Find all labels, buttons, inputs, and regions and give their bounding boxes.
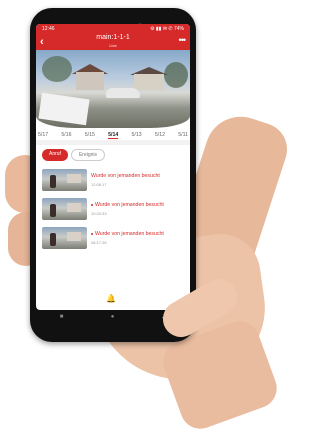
recent-apps-icon[interactable]: ■ [60,314,64,320]
event-thumbnail [42,169,87,191]
unread-dot-icon [91,232,93,235]
event-title-text: Wurde von jemanden besucht [95,202,164,208]
event-time: 10:20:33 [91,211,107,216]
date-item-active[interactable]: 5/14 [108,132,119,139]
live-video-view[interactable] [36,50,190,128]
title-group: main:1-1-1 Live [96,34,129,50]
status-bar: 12:46 ⚙ ▮▮ ✉ ✆ 74% [36,24,190,34]
list-item[interactable]: Wurde von jemanden besucht 10:20:33 [42,198,184,220]
status-time: 12:46 [42,26,55,32]
video-house2 [134,74,164,90]
tab-call[interactable]: Anruf [42,149,68,161]
event-thumbnail [42,227,87,249]
filter-tabs: Anruf Ereignis [36,145,190,165]
back-arrow-icon[interactable]: ‹ [40,36,44,48]
event-title-text: Wurde von jemanden besucht [95,231,164,237]
page-title: main:1-1-1 [96,34,130,41]
event-list: Wurde von jemanden besucht 12:06:17 Wurd… [36,165,190,260]
app-screen: 12:46 ⚙ ▮▮ ✉ ✆ 74% ‹ main:1-1-1 Live •••… [36,24,190,310]
video-foreground-box [38,92,90,126]
event-title: Wurde von jemanden besucht [91,202,164,208]
list-item[interactable]: Wurde von jemanden besucht 08:17:26 [42,227,184,249]
list-item[interactable]: Wurde von jemanden besucht 12:06:17 [42,169,184,191]
video-house [76,72,104,90]
event-time: 08:17:26 [91,240,107,245]
date-selector: 5/17 5/16 5/15 5/14 5/13 5/12 5/11 [36,128,190,140]
event-time: 12:06:17 [91,182,107,187]
date-item[interactable]: 5/13 [132,132,142,138]
tab-event[interactable]: Ereignis [70,149,106,161]
video-tree-right [164,62,188,88]
event-title: Wurde von jemanden besucht [91,231,164,237]
unread-dot-icon [91,203,93,206]
date-item[interactable]: 5/12 [155,132,165,138]
event-thumbnail [42,198,87,220]
date-item[interactable]: 5/17 [38,132,48,138]
date-item[interactable]: 5/16 [61,132,71,138]
more-menu-icon[interactable]: ••• [179,35,187,45]
video-tree [42,56,72,82]
date-item[interactable]: 5/15 [85,132,95,138]
home-icon[interactable]: ● [111,314,115,320]
app-bar: ‹ main:1-1-1 Live ••• [36,34,190,50]
date-item[interactable]: 5/11 [178,132,188,138]
doorbell-icon[interactable]: 🔔 [106,294,116,303]
video-car [106,88,140,98]
status-icons: ⚙ ▮▮ ✉ ✆ 74% [150,26,184,32]
event-title: Wurde von jemanden besucht [91,173,160,179]
page-subtitle: Live [109,43,117,48]
